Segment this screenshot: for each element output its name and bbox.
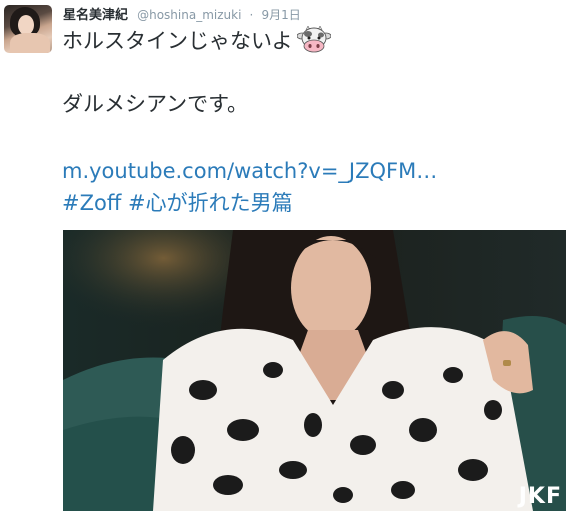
user-handle[interactable]: @hoshina_mizuki: [137, 8, 241, 22]
tweet-header: 星名美津紀 @hoshina_mizuki · 9月1日: [63, 4, 301, 23]
tweet-text-line-2: ダルメシアンです。: [62, 92, 249, 116]
tweet-media-image[interactable]: JKF: [63, 230, 566, 511]
avatar[interactable]: [4, 5, 52, 53]
hashtags: #Zoff #心が折れた男篇: [62, 190, 293, 216]
tweet-text-1: ホルスタインじゃないよ: [62, 29, 293, 53]
watermark-logo: JKF: [518, 484, 562, 509]
avatar-body: [10, 33, 50, 53]
tweet-timestamp[interactable]: 9月1日: [261, 8, 300, 22]
tweet-link[interactable]: m.youtube.com/watch?v=_JZQFM…: [62, 158, 437, 184]
hashtag-kokoro[interactable]: #心が折れた男篇: [128, 191, 293, 215]
media-photo: [63, 230, 566, 511]
tweet: 星名美津紀 @hoshina_mizuki · 9月1日 ホルスタインじゃないよ…: [0, 0, 576, 518]
cow-face-icon: [296, 25, 331, 54]
avatar-face: [18, 15, 34, 35]
display-name[interactable]: 星名美津紀: [63, 8, 128, 23]
hashtag-zoff[interactable]: #Zoff: [62, 191, 121, 215]
separator-dot: ·: [249, 8, 254, 22]
tweet-text-line-1: ホルスタインじゃないよ: [62, 25, 331, 56]
